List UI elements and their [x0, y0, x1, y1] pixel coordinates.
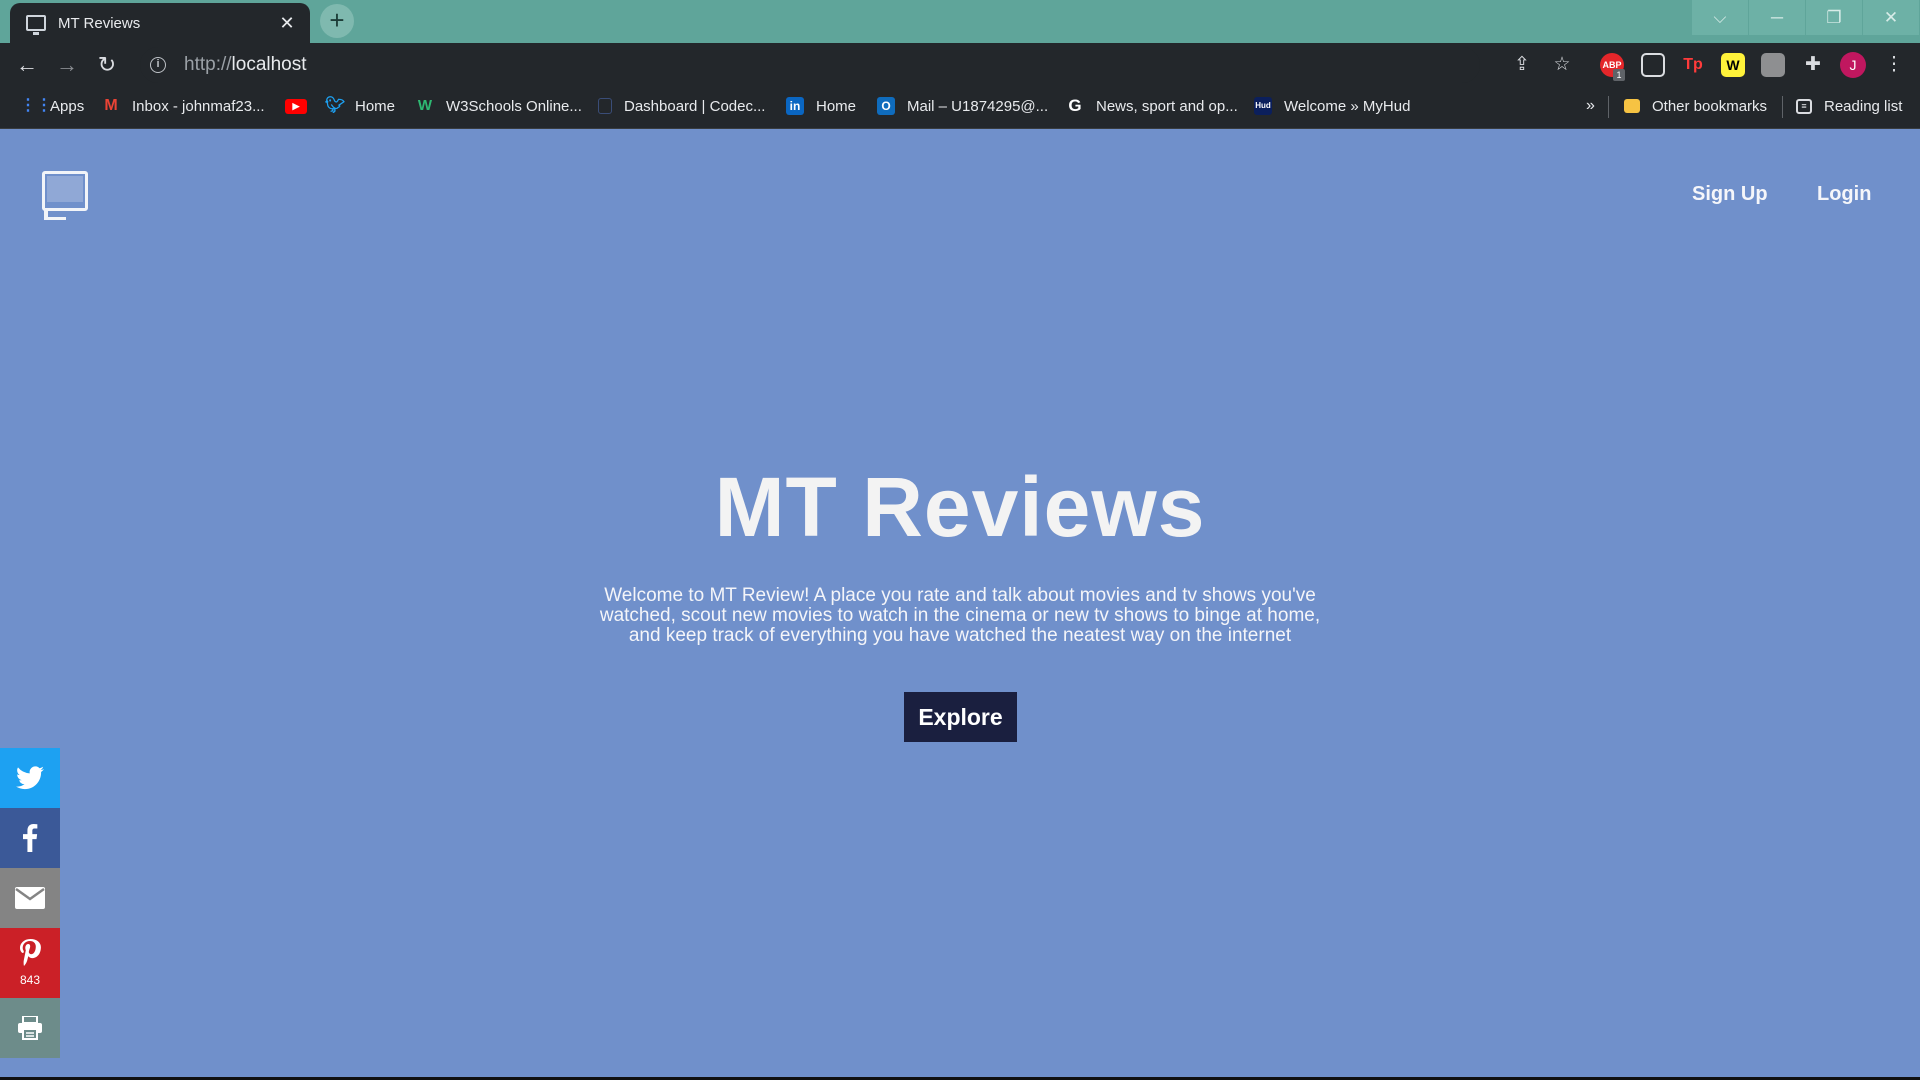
share-icon[interactable]: ⇪: [1508, 51, 1536, 79]
site-logo-monitor-icon[interactable]: [42, 171, 88, 211]
active-tab[interactable]: MT Reviews ✕: [10, 3, 310, 43]
share-email-button[interactable]: [0, 868, 60, 928]
bookmark-linkedin-home[interactable]: in Home: [786, 86, 856, 126]
new-tab-button[interactable]: +: [320, 4, 354, 38]
bookmark-codecademy[interactable]: Dashboard | Codec...: [598, 86, 765, 126]
reading-list-icon: ≡: [1796, 98, 1812, 114]
reload-button[interactable]: ↻: [87, 45, 127, 85]
hero-description: Welcome to MT Review! A place you rate a…: [599, 585, 1321, 646]
guardian-icon: G: [1068, 96, 1082, 115]
minimize-button[interactable]: ─: [1749, 0, 1805, 35]
reading-list-button[interactable]: ≡ Reading list: [1796, 86, 1902, 126]
facebook-icon: [23, 824, 38, 852]
bookmark-gmail[interactable]: M Inbox - johnmaf23...: [102, 86, 264, 126]
bookmark-youtube[interactable]: ▶: [285, 86, 307, 126]
bookmarks-divider: [1782, 96, 1783, 118]
share-facebook-button[interactable]: [0, 808, 60, 868]
menu-kebab-icon[interactable]: ⋮: [1880, 51, 1908, 79]
gmail-icon: M: [104, 97, 118, 114]
bookmark-w3schools[interactable]: W W3Schools Online...: [416, 86, 582, 126]
media-extension-icon[interactable]: [1641, 53, 1665, 77]
logo-base: [44, 217, 66, 220]
w-extension-icon[interactable]: W: [1721, 53, 1745, 77]
pinterest-share-count: 843: [19, 973, 41, 987]
bookmarks-divider: [1608, 96, 1609, 118]
back-button[interactable]: ←: [7, 45, 47, 85]
extension-icon[interactable]: [1761, 53, 1785, 77]
browser-toolbar: ← → ↻ i http://localhost ⇪ ☆ ABP 1 Tp W …: [0, 43, 1920, 86]
url-text[interactable]: http://localhost: [184, 54, 307, 76]
bookmark-twitter-home[interactable]: 🐦︎ Home: [325, 86, 395, 126]
pinterest-icon: [20, 939, 41, 966]
folder-icon: [1624, 99, 1640, 113]
hero-title: MT Reviews: [714, 460, 1206, 554]
close-window-button[interactable]: ✕: [1863, 0, 1919, 35]
bookmark-outlook-mail[interactable]: O Mail – U1874295@...: [877, 86, 1048, 126]
restore-button[interactable]: ❐: [1806, 0, 1862, 35]
bookmark-guardian[interactable]: G News, sport and op...: [1066, 86, 1237, 126]
share-pinterest-button[interactable]: 843: [0, 928, 60, 998]
site-info-icon[interactable]: i: [150, 57, 166, 73]
myhud-icon: Hud: [1254, 97, 1272, 115]
tab-title: MT Reviews: [58, 14, 141, 32]
nav-signup-link[interactable]: Sign Up: [1692, 183, 1768, 206]
printer-icon: [18, 1016, 42, 1040]
w3schools-icon: W: [417, 97, 433, 114]
tab-close-icon[interactable]: ✕: [276, 12, 298, 34]
outlook-icon: O: [877, 97, 895, 115]
linkedin-icon: in: [786, 97, 804, 115]
bookmark-apps[interactable]: ⋮⋮ Apps: [20, 86, 84, 126]
twitter-icon: 🐦︎: [325, 97, 346, 114]
page-body: Sign Up Login MT Reviews Welcome to MT R…: [0, 129, 1920, 1077]
bookmarks-bar: ⋮⋮ Apps M Inbox - johnmaf23... ▶ 🐦︎ Home…: [0, 86, 1920, 129]
bookmark-star-icon[interactable]: ☆: [1548, 51, 1576, 79]
apps-grid-icon: ⋮⋮: [20, 97, 52, 114]
profile-avatar[interactable]: J: [1840, 52, 1866, 78]
extensions-puzzle-icon[interactable]: ✚: [1799, 51, 1827, 79]
search-tabs-button[interactable]: ⌵: [1692, 0, 1748, 35]
nav-login-link[interactable]: Login: [1817, 183, 1871, 206]
codecademy-icon: [598, 98, 612, 114]
forward-button[interactable]: →: [47, 45, 87, 85]
bookmarks-overflow-button[interactable]: »: [1586, 86, 1595, 126]
tp-extension-icon[interactable]: Tp: [1681, 53, 1705, 77]
tab-strip: MT Reviews ✕ + ⌵ ─ ❐ ✕: [0, 0, 1920, 43]
share-twitter-button[interactable]: [0, 748, 60, 808]
adblock-badge: 1: [1613, 69, 1625, 81]
explore-button[interactable]: Explore: [904, 692, 1017, 742]
monitor-icon: [26, 15, 46, 35]
bookmark-myhud[interactable]: Hud Welcome » MyHud: [1254, 86, 1410, 126]
address-bar[interactable]: i http://localhost: [140, 47, 1480, 83]
email-icon: [15, 887, 45, 909]
print-button[interactable]: [0, 998, 60, 1058]
twitter-icon: [16, 766, 44, 790]
other-bookmarks-folder[interactable]: Other bookmarks: [1624, 86, 1767, 126]
youtube-icon: ▶: [285, 98, 307, 114]
